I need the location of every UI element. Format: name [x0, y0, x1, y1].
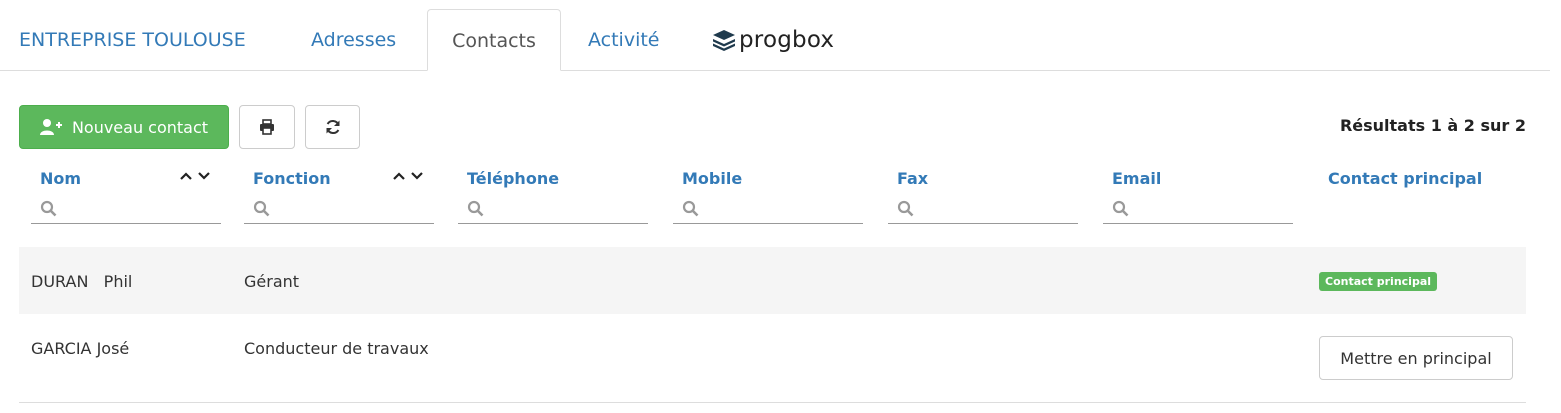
column-mobile: Mobile: [673, 168, 863, 224]
column-title: Email: [1112, 169, 1162, 188]
search-icon: [467, 200, 484, 217]
tab-adresses[interactable]: Adresses: [311, 9, 396, 71]
column-email: Email: [1103, 168, 1293, 224]
search-input-email[interactable]: [1135, 196, 1285, 222]
new-contact-button[interactable]: Nouveau contact: [19, 105, 229, 149]
sort-asc-icon[interactable]: [179, 171, 193, 181]
filter-email: [1103, 196, 1293, 224]
column-title: Téléphone: [467, 169, 560, 188]
column-nom: Nom: [31, 168, 221, 224]
new-contact-label: Nouveau contact: [71, 117, 209, 137]
stack-layers-icon: [713, 30, 735, 51]
sort-asc-icon[interactable]: [392, 171, 406, 181]
user-plus-icon: [39, 119, 62, 135]
set-principal-button[interactable]: Mettre en principal: [1319, 336, 1513, 380]
search-icon: [1112, 200, 1129, 217]
tab-activite[interactable]: Activité: [588, 9, 660, 71]
sort-controls: [392, 171, 424, 181]
refresh-button[interactable]: [305, 105, 360, 149]
column-title: Mobile: [682, 169, 743, 188]
logo-text: progbox: [739, 27, 835, 53]
search-input-telephone[interactable]: [490, 196, 640, 222]
column-fax: Fax: [888, 168, 1078, 224]
tab-company[interactable]: ENTREPRISE TOULOUSE: [19, 9, 246, 71]
results-count: Résultats 1 à 2 sur 2: [1339, 116, 1526, 135]
search-icon: [897, 200, 914, 217]
search-icon: [40, 200, 57, 217]
cell-nom: GARCIA José: [31, 339, 130, 358]
sort-desc-icon[interactable]: [410, 171, 424, 181]
search-input-nom[interactable]: [63, 196, 213, 222]
search-input-mobile[interactable]: [705, 196, 855, 222]
search-icon: [682, 200, 699, 217]
column-fonction: Fonction: [244, 168, 434, 224]
sort-desc-icon[interactable]: [197, 171, 211, 181]
column-title: Fax: [897, 169, 929, 188]
filter-nom: [31, 196, 221, 224]
tab-bar: ENTREPRISE TOULOUSE Adresses Contacts Ac…: [0, 0, 1550, 71]
print-button[interactable]: [239, 105, 295, 149]
sort-controls: [179, 171, 211, 181]
refresh-icon: [326, 119, 339, 135]
filter-fonction: [244, 196, 434, 224]
table-row: GARCIA José Conducteur de travaux Mettre…: [19, 314, 1526, 403]
print-icon: [260, 119, 274, 135]
column-contact-principal: Contact principal: [1319, 168, 1519, 190]
column-title: Contact principal: [1328, 169, 1483, 188]
filter-telephone: [458, 196, 648, 224]
cell-nom: DURAN Phil: [31, 272, 133, 291]
search-icon: [253, 200, 270, 217]
search-input-fax[interactable]: [920, 196, 1070, 222]
progbox-logo: progbox: [712, 26, 834, 54]
tab-contacts[interactable]: Contacts: [427, 9, 561, 71]
status-badge: Contact principal: [1319, 272, 1438, 291]
column-telephone: Téléphone: [458, 168, 648, 224]
filter-mobile: [673, 196, 863, 224]
search-input-fonction[interactable]: [276, 196, 426, 222]
cell-fonction: Gérant: [244, 272, 300, 291]
table-row: DURAN Phil Gérant Contact principal: [19, 247, 1526, 314]
filter-fax: [888, 196, 1078, 224]
cell-fonction: Conducteur de travaux: [244, 339, 429, 358]
